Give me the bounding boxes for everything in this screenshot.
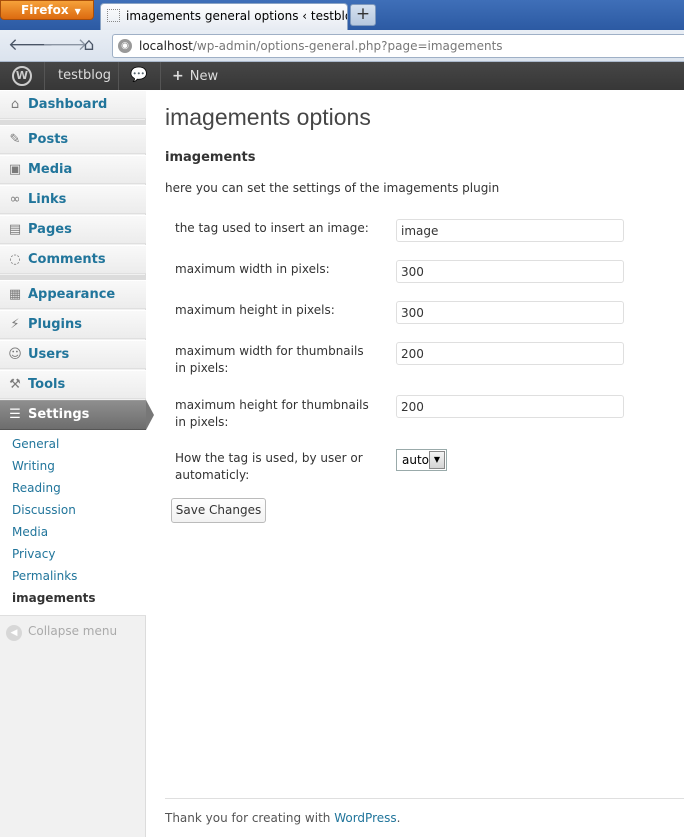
tag-mode-select[interactable]: auto ▼ bbox=[396, 449, 447, 471]
new-tab-button[interactable]: + bbox=[350, 4, 376, 26]
sidebar-item-label: Appearance bbox=[28, 287, 116, 302]
submenu-item-writing[interactable]: Writing bbox=[12, 459, 55, 473]
footer-text: Thank you for creating with bbox=[165, 811, 335, 825]
url-host: localhost bbox=[139, 39, 193, 53]
sidebar-item-comments[interactable]: ◌ Comments bbox=[0, 245, 146, 274]
appearance-icon: ▦ bbox=[8, 287, 22, 302]
collapse-menu-label: Collapse menu bbox=[28, 624, 118, 638]
sidebar-item-label: Plugins bbox=[28, 317, 82, 332]
wordpress-logo-icon[interactable]: W bbox=[12, 66, 32, 86]
comment-icon[interactable]: 💬 bbox=[130, 67, 147, 83]
page-title: imagements options bbox=[165, 104, 371, 130]
collapse-menu-button[interactable]: ◀ Collapse menu bbox=[6, 624, 117, 641]
submenu-item-imagements[interactable]: imagements bbox=[12, 591, 96, 605]
url-bar[interactable]: ◉ localhost/wp-admin/options-general.php… bbox=[112, 34, 684, 58]
admin-sidebar: ⌂ Dashboard ✎ Posts ▣ Media ∞ Links ▤ Pages ◌… bbox=[0, 90, 146, 837]
sidebar-item-posts[interactable]: ✎ Posts bbox=[0, 125, 146, 154]
sidebar-item-label: Users bbox=[28, 347, 70, 362]
max-height-input[interactable] bbox=[396, 301, 624, 324]
submenu-item-media[interactable]: Media bbox=[12, 525, 48, 539]
thumb-max-width-label: maximum width for thumbnails in pixels: bbox=[175, 344, 364, 375]
thumb-max-height-label: maximum height for thumbnails in pixels: bbox=[175, 398, 369, 429]
sidebar-item-links[interactable]: ∞ Links bbox=[0, 185, 146, 214]
sidebar-item-label: Tools bbox=[28, 377, 66, 392]
submenu-item-permalinks[interactable]: Permalinks bbox=[12, 569, 77, 583]
admin-bar-divider bbox=[160, 62, 161, 90]
sidebar-item-label: Comments bbox=[28, 252, 106, 267]
comment-icon: ◌ bbox=[9, 252, 21, 267]
submenu-item-discussion[interactable]: Discussion bbox=[12, 503, 76, 517]
home-button[interactable]: ⌂ bbox=[78, 36, 100, 56]
image-tag-input[interactable] bbox=[396, 219, 624, 242]
sidebar-item-label: Settings bbox=[28, 407, 90, 422]
thumb-max-width-input[interactable] bbox=[396, 342, 624, 365]
submenu-item-privacy[interactable]: Privacy bbox=[12, 547, 55, 561]
forward-button[interactable]: 🡒 bbox=[42, 36, 88, 56]
media-icon: ▣ bbox=[8, 162, 22, 177]
sidebar-item-label: Posts bbox=[28, 132, 69, 147]
save-changes-button[interactable]: Save Changes bbox=[171, 498, 266, 523]
sidebar-item-label: Links bbox=[28, 192, 67, 207]
sidebar-item-label: Pages bbox=[28, 222, 72, 237]
users-icon: ☺ bbox=[8, 347, 22, 362]
firefox-menu-button[interactable]: Firefox ▼ bbox=[0, 0, 94, 20]
section-description: here you can set the settings of the ima… bbox=[165, 181, 500, 195]
sidebar-item-tools[interactable]: ⚒ Tools bbox=[0, 370, 146, 399]
sidebar-item-appearance[interactable]: ▦ Appearance bbox=[0, 280, 146, 309]
sidebar-item-pages[interactable]: ▤ Pages bbox=[0, 215, 146, 244]
max-height-label: maximum height in pixels: bbox=[175, 303, 335, 317]
site-identity-icon[interactable]: ◉ bbox=[118, 39, 132, 53]
plus-icon: + bbox=[172, 68, 184, 84]
tag-mode-label: How the tag is used, by user or automati… bbox=[175, 451, 363, 482]
image-tag-label: the tag used to insert an image: bbox=[175, 221, 369, 235]
admin-footer: Thank you for creating with WordPress. bbox=[165, 811, 400, 825]
thumb-max-height-input[interactable] bbox=[396, 395, 624, 418]
footer-period: . bbox=[396, 811, 401, 825]
tab-title: imagements general options ‹ testblog ..… bbox=[126, 9, 347, 23]
browser-tab-bar: Firefox ▼ imagements general options ‹ te… bbox=[0, 0, 684, 30]
chevron-down-icon: ▼ bbox=[74, 7, 81, 16]
page-favicon-icon bbox=[107, 9, 120, 22]
sidebar-item-settings[interactable]: ☰ Settings bbox=[0, 400, 146, 430]
tools-icon: ⚒ bbox=[9, 377, 21, 392]
plugin-icon: ⚡ bbox=[10, 317, 20, 332]
home-icon: ⌂ bbox=[83, 35, 95, 55]
admin-bar-divider bbox=[118, 62, 119, 90]
pushpin-icon: ✎ bbox=[9, 132, 21, 147]
sidebar-item-users[interactable]: ☺ Users bbox=[0, 340, 146, 369]
back-button[interactable]: 🡐 bbox=[8, 36, 54, 56]
sidebar-item-dashboard[interactable]: ⌂ Dashboard bbox=[0, 90, 146, 119]
max-width-input[interactable] bbox=[396, 260, 624, 283]
tag-mode-value: auto bbox=[402, 453, 430, 467]
page-icon: ▤ bbox=[8, 222, 22, 237]
sidebar-item-label: Dashboard bbox=[28, 97, 108, 112]
browser-nav-bar: 🡐 🡒 ⌂ ◉ localhost/wp-admin/options-gener… bbox=[0, 30, 684, 62]
new-content-button[interactable]: + New bbox=[172, 68, 218, 84]
section-title: imagements bbox=[165, 150, 256, 165]
max-width-label: maximum width in pixels: bbox=[175, 262, 330, 276]
new-label: New bbox=[189, 69, 219, 84]
sidebar-item-media[interactable]: ▣ Media bbox=[0, 155, 146, 184]
browser-tab[interactable]: imagements general options ‹ testblog ..… bbox=[100, 3, 348, 30]
dashboard-icon: ⌂ bbox=[10, 97, 20, 112]
collapse-arrow-icon: ◀ bbox=[6, 625, 22, 641]
footer-divider bbox=[165, 798, 684, 799]
url-path: /wp-admin/options-general.php?page=image… bbox=[192, 39, 503, 53]
plus-icon: + bbox=[355, 4, 371, 24]
submenu-item-general[interactable]: General bbox=[12, 437, 59, 451]
settings-icon: ☰ bbox=[9, 407, 21, 422]
sidebar-item-plugins[interactable]: ⚡ Plugins bbox=[0, 310, 146, 339]
submenu-item-reading[interactable]: Reading bbox=[12, 481, 61, 495]
current-menu-pointer bbox=[146, 400, 154, 430]
settings-submenu: General Writing Reading Discussion Media… bbox=[0, 430, 146, 616]
admin-bar-divider bbox=[44, 62, 45, 90]
site-name-link[interactable]: testblog bbox=[58, 68, 111, 83]
link-icon: ∞ bbox=[9, 192, 21, 207]
chevron-down-icon[interactable]: ▼ bbox=[429, 451, 445, 469]
wordpress-link[interactable]: WordPress bbox=[334, 811, 396, 825]
sidebar-item-label: Media bbox=[28, 162, 73, 177]
wp-admin-bar: W testblog 💬 + New bbox=[0, 62, 684, 90]
firefox-button-label: Firefox bbox=[21, 3, 69, 17]
